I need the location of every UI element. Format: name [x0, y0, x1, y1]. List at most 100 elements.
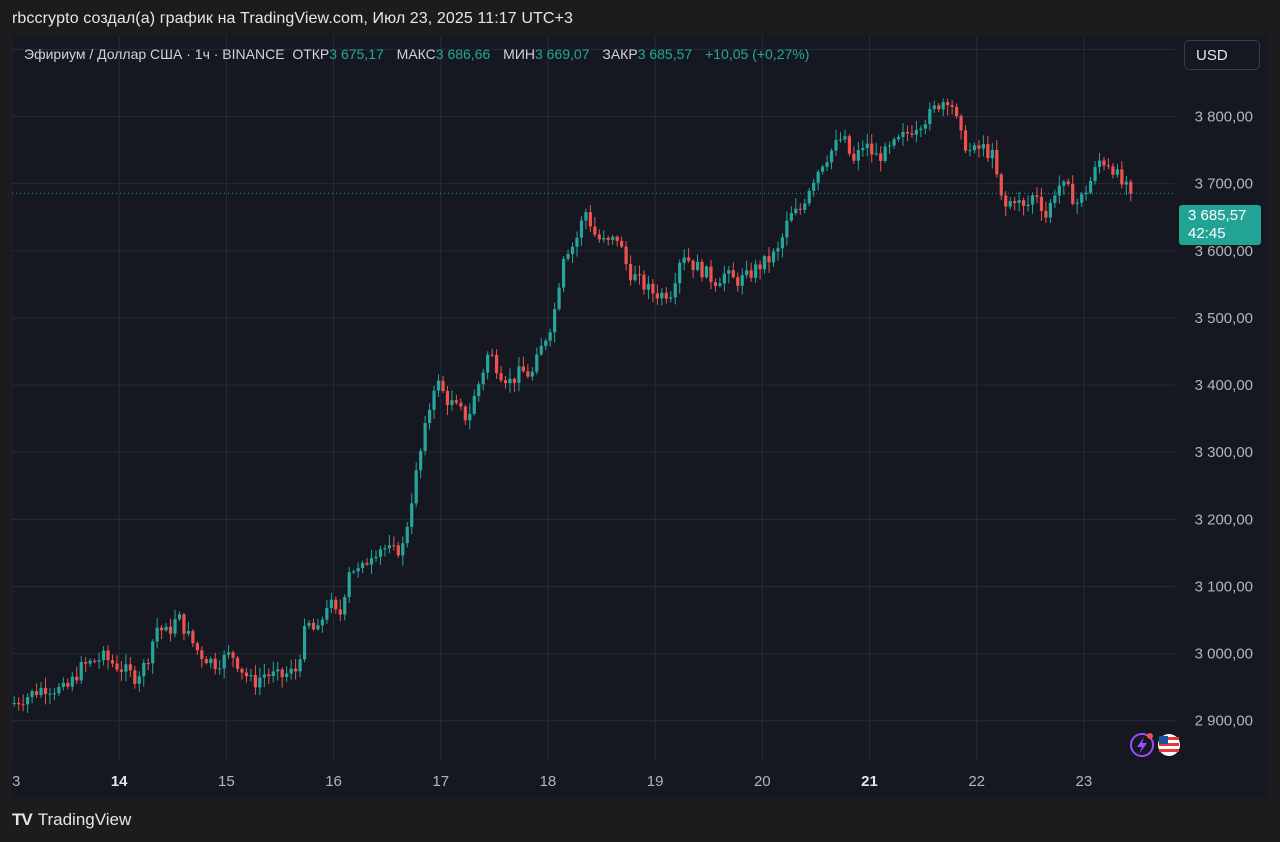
lightning-icon[interactable]: [1130, 733, 1154, 757]
high-label: МАКС: [396, 46, 436, 62]
candle-body: [932, 105, 936, 109]
candle-body: [26, 697, 30, 705]
candle-body: [146, 662, 150, 664]
candle-body: [17, 702, 21, 705]
candle-body: [383, 548, 387, 550]
candle-body: [1062, 181, 1066, 186]
candle-body: [923, 124, 927, 129]
candle-body: [1039, 196, 1044, 211]
candle-body: [955, 106, 959, 117]
candle-body: [218, 668, 222, 670]
candle-body: [999, 174, 1003, 196]
candle-body: [718, 283, 722, 286]
candle-body: [655, 293, 659, 299]
currency-button[interactable]: USD: [1184, 40, 1260, 70]
candle-body: [834, 140, 838, 151]
candle-body: [919, 128, 923, 130]
close-label: ЗАКР: [602, 46, 638, 62]
candle-body: [329, 599, 333, 609]
candle-body: [937, 105, 941, 110]
candle-body: [79, 661, 83, 681]
candle-body: [678, 262, 682, 284]
candle-body: [508, 378, 512, 384]
symbol-label[interactable]: Эфириум / Доллар США · 1ч · BINANCE: [24, 46, 285, 62]
candle-body: [740, 275, 744, 286]
candle-body: [1008, 201, 1012, 207]
candle-body: [1044, 210, 1048, 218]
candle-body: [30, 691, 34, 698]
candle-body: [52, 693, 57, 695]
candle-body: [137, 676, 141, 684]
tradingview-logo[interactable]: TV TradingView: [12, 810, 131, 830]
candle-body: [1084, 192, 1088, 195]
candle-body: [977, 145, 981, 149]
candle-body: [21, 704, 25, 706]
candle-body: [365, 562, 369, 565]
candlestick-chart[interactable]: 2 900,00 3 000,00 3 100,00 3 200,00 3 300,00…: [12, 36, 1268, 798]
candle-body: [700, 261, 704, 278]
candle-body: [392, 545, 396, 547]
y-tick-label: 3 300,00: [1195, 444, 1253, 461]
candle-body: [780, 237, 785, 249]
candle-body: [1102, 160, 1106, 166]
candle-body: [959, 116, 963, 131]
candle-body: [204, 658, 208, 664]
candle-body: [597, 234, 601, 240]
candle-body: [637, 274, 642, 276]
candle-body: [235, 657, 240, 669]
candle-body: [865, 143, 869, 149]
x-tick-label: 19: [647, 773, 664, 790]
candle-body: [222, 654, 226, 669]
high-value: 3 686,66: [435, 46, 491, 62]
candle-body: [1129, 181, 1133, 194]
candle-body: [535, 354, 539, 372]
candle-body: [691, 260, 695, 270]
candle-body: [628, 264, 633, 281]
candle-body: [544, 340, 548, 346]
candle-body: [48, 693, 52, 695]
candle-body: [316, 625, 320, 630]
candle-body: [852, 153, 856, 161]
candle-body: [209, 658, 213, 664]
candle-body: [405, 526, 409, 544]
candle-body: [325, 608, 329, 620]
candle-body: [593, 226, 597, 235]
candle-body: [43, 687, 48, 695]
candle-body: [896, 136, 901, 140]
candle-body: [142, 662, 146, 677]
candle-body: [267, 674, 271, 677]
chart-area[interactable]: 2 900,00 3 000,00 3 100,00 3 200,00 3 300,00…: [12, 36, 1268, 798]
candle-body: [821, 166, 825, 172]
candle-body: [168, 626, 173, 634]
candle-body: [441, 380, 445, 391]
candle-body: [526, 371, 530, 377]
candle-body: [575, 237, 579, 247]
candle-body: [106, 650, 110, 661]
candle-body: [39, 687, 43, 696]
candle-body: [486, 354, 490, 373]
candle-body: [133, 670, 137, 684]
candle-body: [807, 190, 811, 204]
candle-body: [651, 283, 655, 294]
candle-body: [450, 400, 454, 406]
low-label: МИН: [503, 46, 535, 62]
y-axis: 2 900,00 3 000,00 3 100,00 3 200,00 3 300,00…: [1195, 41, 1253, 729]
y-tick-label: 3 000,00: [1195, 646, 1253, 663]
candle-body: [669, 297, 673, 299]
candle-body: [633, 274, 637, 281]
candle-body: [347, 572, 351, 598]
x-tick-label: 18: [540, 773, 557, 790]
candle-body: [213, 658, 217, 670]
candle-body: [481, 372, 485, 385]
candle-body: [338, 609, 342, 615]
candle-body: [905, 132, 910, 134]
candle-body: [155, 627, 159, 642]
y-tick-label: 3 600,00: [1195, 243, 1253, 260]
candle-body: [494, 355, 499, 374]
us-flag-icon[interactable]: [1158, 734, 1180, 756]
candle-body: [1080, 194, 1084, 203]
candle-body: [93, 660, 97, 662]
candle-body: [378, 549, 383, 557]
candle-body: [369, 558, 374, 565]
candle-body: [776, 248, 780, 252]
